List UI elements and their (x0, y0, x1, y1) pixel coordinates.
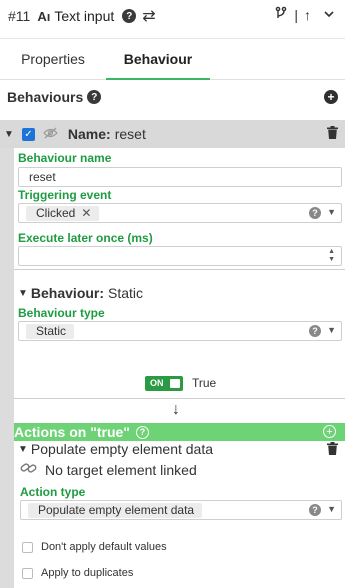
behaviour-type-select[interactable]: Static ? ▼ (18, 321, 342, 341)
tab-bar: Properties Behaviour (0, 38, 345, 80)
triggering-event-chip: Clicked ✕ (26, 206, 100, 221)
apply-to-duplicates-checkbox[interactable]: Apply to duplicates (22, 567, 133, 579)
question-icon[interactable]: ? (309, 325, 321, 337)
chevron-down-icon[interactable] (323, 7, 335, 23)
divider: | (294, 6, 298, 23)
delete-behaviour-icon[interactable] (327, 126, 338, 142)
action-item-header[interactable]: ▼ Populate empty element data (18, 441, 213, 457)
apply-to-duplicates-label: Apply to duplicates (41, 567, 134, 579)
swap-arrows-icon[interactable]: ⇄ (142, 6, 155, 26)
collapse-caret-icon[interactable]: ▼ (4, 129, 14, 140)
action-type-chip: Populate empty element data (28, 503, 203, 518)
number-spinner-icon[interactable]: ▲ ▼ (328, 248, 335, 264)
text-input-icon: Aı (37, 8, 51, 24)
behaviour-item-header: ▼ ✓ Name: reset (0, 120, 345, 148)
behaviour-name-input[interactable]: reset (18, 167, 342, 187)
action-name: Populate empty element data (30, 441, 214, 457)
element-header: #11 Aı Text input ? ⇄ | ↑ (0, 0, 345, 32)
behaviour-name-field-label: Behaviour name (18, 151, 112, 165)
execute-later-input[interactable]: ▲ ▼ (18, 246, 342, 266)
dont-apply-default-values-checkbox[interactable]: Don't apply default values (22, 541, 167, 553)
target-element-row[interactable]: No target element linked (20, 461, 197, 478)
question-icon[interactable]: ? (309, 207, 321, 219)
behaviour-type-section-header[interactable]: ▼ Behaviour: Static (18, 285, 143, 301)
behaviour-type-chip: Static (26, 324, 75, 339)
delete-action-icon[interactable] (327, 442, 338, 458)
behaviour-rail (0, 120, 14, 588)
dropdown-arrow-icon[interactable]: ▼ (327, 325, 336, 335)
header-actions: | ↑ (274, 6, 335, 23)
dropdown-arrow-icon[interactable]: ▼ (327, 207, 336, 217)
arrow-down-icon: ↓ (172, 401, 180, 418)
action-type-label: Action type (20, 485, 86, 499)
question-icon[interactable]: ? (135, 425, 149, 439)
remove-chip-icon[interactable]: ✕ (81, 206, 91, 220)
add-behaviour-icon[interactable]: + (324, 90, 338, 104)
dropdown-arrow-icon[interactable]: ▼ (327, 504, 336, 514)
question-icon[interactable]: ? (122, 9, 137, 23)
question-icon[interactable]: ? (309, 504, 321, 516)
behaviour-name-label: Name: (67, 126, 111, 142)
behaviour-name-input-value: reset (29, 170, 56, 184)
collapse-caret-icon: ▼ (18, 287, 28, 299)
target-element-text: No target element linked (45, 461, 197, 478)
triggering-event-select[interactable]: Clicked ✕ ? ▼ (18, 203, 342, 223)
actions-title: Actions on "true" (14, 424, 130, 440)
arrow-up-icon[interactable]: ↑ (304, 7, 311, 23)
link-icon (20, 461, 37, 478)
question-icon[interactable]: ? (87, 90, 102, 104)
toggle-on-text: ON (150, 378, 164, 388)
triggering-event-chip-label: Clicked (36, 206, 76, 220)
behaviour-section-label: Behaviour: (30, 285, 105, 301)
branch-icon[interactable] (274, 6, 288, 23)
checkbox-box (22, 567, 33, 579)
behaviours-title: Behaviours (7, 89, 84, 105)
behaviour-name-value: reset (114, 126, 146, 142)
enabled-checkbox[interactable]: ✓ (21, 127, 35, 141)
element-type-title: Text input (54, 8, 115, 24)
checkbox-box (22, 541, 33, 553)
action-type-select[interactable]: Populate empty element data ? ▼ (20, 500, 342, 520)
triggering-event-label: Triggering event (18, 188, 112, 202)
behaviour-section-value: Static (108, 285, 144, 301)
toggle-knob (170, 379, 180, 388)
collapse-caret-icon: ▼ (18, 443, 28, 455)
eye-off-icon[interactable] (43, 127, 58, 142)
execute-later-label: Execute later once (ms) (18, 231, 153, 245)
divider (14, 269, 345, 270)
behaviours-section-header: Behaviours ? + (0, 82, 345, 112)
condition-toggle[interactable]: ON (145, 376, 183, 391)
dont-apply-default-values-label: Don't apply default values (41, 541, 167, 553)
toggle-state-label: True (192, 376, 217, 390)
divider (14, 398, 345, 399)
behaviour-type-label: Behaviour type (18, 306, 105, 320)
add-action-icon[interactable]: + (323, 425, 336, 438)
element-id: #11 (8, 8, 31, 24)
tab-behaviour[interactable]: Behaviour (106, 39, 210, 80)
actions-section-header: Actions on "true" ? + (14, 423, 345, 441)
tab-properties[interactable]: Properties (0, 39, 106, 80)
